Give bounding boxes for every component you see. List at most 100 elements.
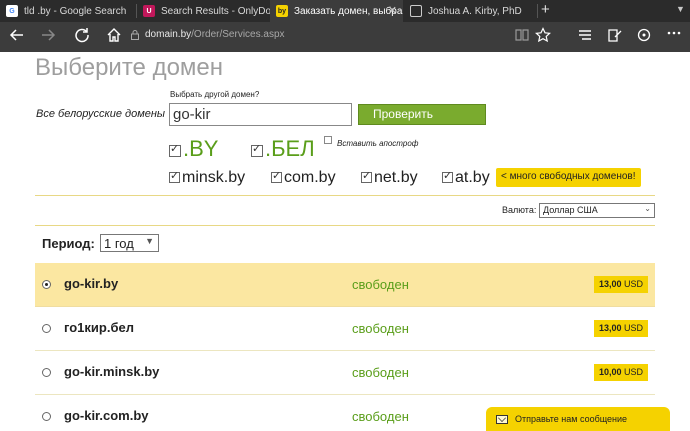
divider [35,195,655,196]
result-status: свободен [352,365,409,380]
new-tab-button[interactable]: + [541,1,550,18]
check-button[interactable]: Проверить [358,104,486,125]
apostrophe-label: Вставить апостроф [337,139,419,148]
period-select[interactable]: 1 год ▼ [100,234,159,252]
reading-view-button[interactable] [514,27,530,49]
price-badge: 13,00 USD [593,276,648,293]
hub-button[interactable] [577,27,593,49]
checkbox-icon[interactable] [251,142,263,157]
price-value: 13,00 [598,279,622,289]
zone-checkbox-at-by[interactable]: at.by [442,169,490,187]
home-button[interactable] [106,27,122,49]
close-tab-icon[interactable]: ✕ [388,4,397,17]
web-note-icon [608,29,622,42]
tab-title: Заказать домен, выбра [294,5,403,17]
result-status: свободен [352,277,409,292]
radio-button[interactable] [42,280,51,289]
hub-icon [579,30,591,40]
period-label: Период: [42,236,95,251]
more-button[interactable] [666,25,682,47]
page-title: Выберите домен [35,54,224,81]
result-domain: go-kir.minsk.by [64,364,160,379]
share-icon [637,28,651,42]
tab-google-search[interactable]: G tld .by - Google Search [0,0,136,22]
checkbox-icon[interactable] [169,142,181,157]
chevron-down-icon: ▼ [145,236,154,246]
send-message-tab[interactable]: Отправьте нам сообщение [486,407,670,431]
radio-button[interactable] [42,368,51,377]
checkbox-icon[interactable] [442,169,453,183]
divider [35,225,655,226]
other-domain-label: Выбрать другой домен? [170,90,260,99]
forward-button[interactable] [40,27,56,49]
by-domain-icon: by [276,5,288,17]
web-note-button[interactable] [607,27,623,49]
envelope-icon [496,414,508,424]
price-currency: USD [623,279,643,289]
tab-separator [537,4,538,18]
price-value: 10,00 [598,367,622,377]
apostrophe-checkbox-icon[interactable] [324,135,332,144]
page-icon [410,5,422,17]
tab-onlydomains[interactable]: U Search Results - OnlyDomair [137,0,270,22]
price-value: 13,00 [598,323,622,333]
zone-label-minsk-by: minsk.by [182,169,246,186]
price-badge: 13,00 USD [593,320,648,337]
zone-checkbox-com-by[interactable]: com.by [271,169,336,187]
domain-result-row[interactable]: go-kir.minsk.by свободен 10,00 USD [35,351,655,395]
tab-joshua-kirby[interactable]: Joshua A. Kirby, PhD [404,0,537,22]
zone-label-net-by: net.by [374,169,418,186]
refresh-button[interactable] [74,27,90,49]
result-domain: го1кир.бел [64,320,134,335]
currency-select[interactable]: Доллар США ⌄ [539,203,655,218]
domain-result-row[interactable]: го1кир.бел свободен 13,00 USD [35,307,655,351]
insert-apostrophe[interactable]: Вставить апостроф [324,135,419,148]
result-status: свободен [352,409,409,424]
home-icon [107,28,121,42]
price-badge: 10,00 USD [593,364,648,381]
zone-checkbox-bel[interactable]: .БЕЛ [251,136,315,162]
tab-title: Joshua A. Kirby, PhD [428,5,522,17]
onlydomains-icon: U [143,5,155,17]
address-bar[interactable]: domain.by/Order/Services.aspx [145,29,285,40]
zone-label-at-by: at.by [455,169,490,186]
zone-checkbox-by[interactable]: .BY [169,136,218,162]
domain-result-row[interactable]: go-kir.by свободен 13,00 USD [35,263,655,307]
back-button[interactable] [9,27,25,49]
share-button[interactable] [636,27,652,49]
result-domain: go-kir.com.by [64,408,149,423]
currency-value: Доллар США [543,205,598,215]
zone-label-bel: .БЕЛ [265,136,315,161]
google-icon: G [6,5,18,17]
book-icon [515,29,529,41]
browser-nav-bar: domain.by/Order/Services.aspx [0,22,690,52]
browser-tab-bar: G tld .by - Google Search U Search Resul… [0,0,690,22]
radio-button[interactable] [42,412,51,421]
zone-checkbox-minsk-by[interactable]: minsk.by [169,169,245,187]
send-message-label: Отправьте нам сообщение [515,414,628,424]
refresh-icon [75,28,89,43]
more-dots-icon [667,31,681,35]
chevron-down-icon: ⌄ [644,204,651,213]
checkbox-icon[interactable] [361,169,372,183]
zone-checkbox-net-by[interactable]: net.by [361,169,418,187]
all-domains-label: Все белорусские домены [36,108,166,120]
back-arrow-icon [9,29,23,41]
address-path: /Order/Services.aspx [191,29,285,40]
period-value: 1 год [104,236,134,251]
favorite-button[interactable] [535,27,551,49]
tab-title: Search Results - OnlyDomair [161,5,270,17]
checkbox-icon[interactable] [271,169,282,183]
more-free-domains-button[interactable]: < много свободных доменов! [496,168,641,187]
checkbox-icon[interactable] [169,169,180,183]
result-status: свободен [352,321,409,336]
domain-search-input[interactable] [169,103,352,126]
tab-list-icon[interactable]: ▼ [676,4,685,14]
page-content: Выберите домен Все белорусские домены Вы… [0,52,690,431]
radio-button[interactable] [42,324,51,333]
star-icon [535,27,551,43]
zone-label-by: .BY [183,136,219,161]
forward-arrow-icon [42,29,56,41]
tab-domain-order[interactable]: by Заказать домен, выбра ✕ [270,0,403,22]
zone-label-com-by: com.by [284,169,336,186]
